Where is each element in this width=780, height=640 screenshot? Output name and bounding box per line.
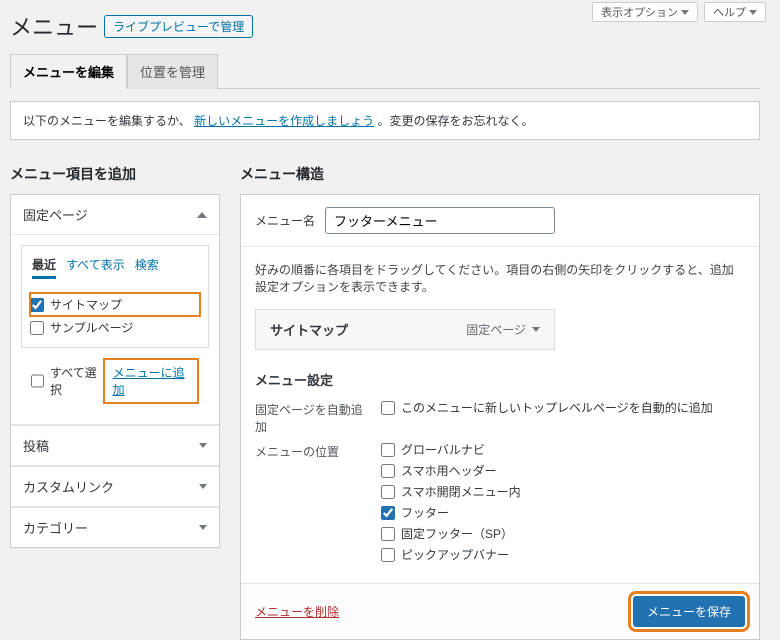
select-all-pages[interactable]: すべて選択 <box>31 361 103 401</box>
location-fixed-footer-sp[interactable]: 固定フッター（SP） <box>381 525 521 542</box>
location-fixed-footer-sp-checkbox[interactable] <box>381 527 395 541</box>
menu-structure-title: メニュー構造 <box>240 164 760 184</box>
add-to-menu-button[interactable]: メニューに追加 <box>113 366 185 397</box>
page-item-sitemap-label: サイトマップ <box>50 296 122 313</box>
select-all-pages-label: すべて選択 <box>50 364 103 398</box>
location-footer-checkbox[interactable] <box>381 506 395 520</box>
menu-settings-title: メニュー設定 <box>255 370 745 389</box>
auto-add-label: 固定ページを自動追加 <box>255 399 365 435</box>
auto-add-option[interactable]: このメニューに新しいトップレベルページを自動的に追加 <box>381 399 713 416</box>
accordion-categories-head[interactable]: カテゴリー <box>11 507 219 547</box>
page-item-sitemap-checkbox[interactable] <box>30 298 44 312</box>
location-footer-text: フッター <box>401 504 449 521</box>
save-menu-button[interactable]: メニューを保存 <box>633 596 745 627</box>
page-item-sample-checkbox[interactable] <box>30 321 44 335</box>
menu-name-label: メニュー名 <box>255 212 315 229</box>
location-sp-drawer-checkbox[interactable] <box>381 485 395 499</box>
location-pickup-banner[interactable]: ピックアップバナー <box>381 546 521 563</box>
accordion-custom-label: カスタムリンク <box>23 477 114 496</box>
chevron-down-icon <box>532 327 540 332</box>
location-sp-header[interactable]: スマホ用ヘッダー <box>381 462 521 479</box>
help-button[interactable]: ヘルプ <box>704 2 766 22</box>
chevron-down-icon <box>681 10 689 15</box>
accordion-pages-label: 固定ページ <box>23 205 88 224</box>
auto-add-checkbox[interactable] <box>381 401 395 415</box>
chevron-down-icon <box>749 10 757 15</box>
accordion-pages-head[interactable]: 固定ページ <box>11 195 219 235</box>
chevron-up-icon <box>197 212 207 218</box>
add-items-title: メニュー項目を追加 <box>10 164 220 184</box>
accordion-posts-head[interactable]: 投稿 <box>11 425 219 466</box>
menu-item-sitemap[interactable]: サイトマップ 固定ページ <box>255 309 555 350</box>
create-new-menu-link[interactable]: 新しいメニューを作成しましょう <box>194 114 374 128</box>
menu-hint: 好みの順番に各項目をドラッグしてください。項目の右側の矢印をクリックすると、追加… <box>255 261 745 295</box>
location-footer[interactable]: フッター <box>381 504 521 521</box>
help-label: ヘルプ <box>713 4 746 20</box>
menu-name-input[interactable] <box>325 207 555 234</box>
manage-bar-suffix: 。変更の保存をお忘れなく。 <box>377 114 533 128</box>
location-sp-header-checkbox[interactable] <box>381 464 395 478</box>
nav-tabs: メニューを編集 位置を管理 <box>10 54 760 89</box>
live-preview-button[interactable]: ライブプレビューで管理 <box>104 15 253 38</box>
location-global-nav-text: グローバルナビ <box>401 441 485 458</box>
manage-bar-prefix: 以下のメニューを編集するか、 <box>23 114 191 128</box>
location-global-nav-checkbox[interactable] <box>381 443 395 457</box>
chevron-down-icon <box>199 443 207 448</box>
chevron-down-icon <box>199 484 207 489</box>
location-sp-drawer-text: スマホ開閉メニュー内 <box>401 483 521 500</box>
delete-menu-link[interactable]: メニューを削除 <box>255 603 339 620</box>
accordion-custom-head[interactable]: カスタムリンク <box>11 466 219 507</box>
pages-tab-all[interactable]: すべて表示 <box>66 256 125 279</box>
select-all-pages-checkbox[interactable] <box>31 374 44 388</box>
tab-edit-menus[interactable]: メニューを編集 <box>10 54 127 89</box>
location-fixed-footer-sp-text: 固定フッター（SP） <box>401 525 513 542</box>
location-sp-drawer[interactable]: スマホ開閉メニュー内 <box>381 483 521 500</box>
pages-tab-recent[interactable]: 最近 <box>32 256 56 279</box>
chevron-down-icon <box>199 525 207 530</box>
location-global-nav[interactable]: グローバルナビ <box>381 441 521 458</box>
add-to-menu-wrap: メニューに追加 <box>103 358 199 404</box>
page-item-sample[interactable]: サンプルページ <box>30 316 200 339</box>
screen-options-label: 表示オプション <box>601 4 678 20</box>
accordion-posts-label: 投稿 <box>23 436 49 455</box>
add-items-accordion: 固定ページ 最近 すべて表示 検索 サイトマップ <box>10 194 220 548</box>
pages-tab-search[interactable]: 検索 <box>135 256 159 279</box>
tab-manage-locations[interactable]: 位置を管理 <box>127 54 218 89</box>
manage-menu-bar: 以下のメニューを編集するか、 新しいメニューを作成しましょう 。変更の保存をお忘… <box>10 101 760 140</box>
auto-add-text: このメニューに新しいトップレベルページを自動的に追加 <box>401 399 713 416</box>
menu-item-title: サイトマップ <box>270 320 348 339</box>
location-label: メニューの位置 <box>255 441 365 460</box>
location-pickup-banner-text: ピックアップバナー <box>401 546 509 563</box>
accordion-categories-label: カテゴリー <box>23 518 88 537</box>
page-item-sitemap[interactable]: サイトマップ <box>30 293 200 316</box>
accordion-pages-body: 最近 すべて表示 検索 サイトマップ サンプルページ <box>11 235 219 425</box>
location-pickup-banner-checkbox[interactable] <box>381 548 395 562</box>
menu-edit-panel: メニュー名 好みの順番に各項目をドラッグしてください。項目の右側の矢印をクリック… <box>240 194 760 640</box>
page-item-sample-label: サンプルページ <box>50 319 133 336</box>
location-sp-header-text: スマホ用ヘッダー <box>401 462 497 479</box>
screen-options-button[interactable]: 表示オプション <box>592 2 698 22</box>
menu-item-type-label: 固定ページ <box>466 321 526 338</box>
page-title: メニュー <box>10 10 98 42</box>
